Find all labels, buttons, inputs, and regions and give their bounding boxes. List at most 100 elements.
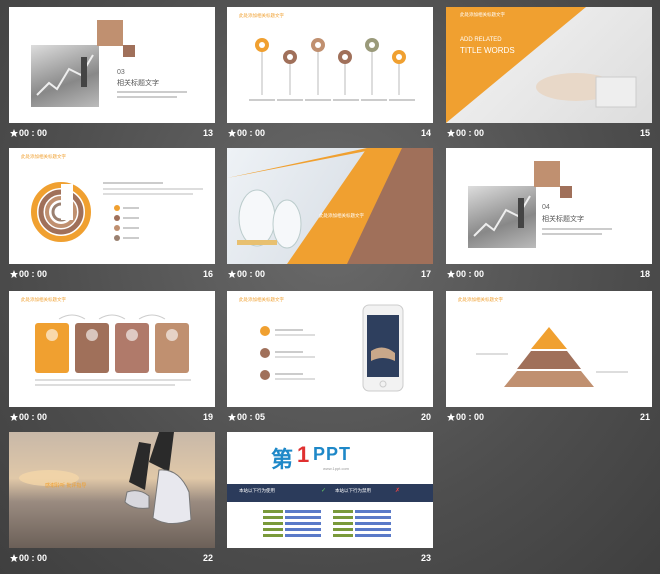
slide-number: 15 xyxy=(639,128,650,138)
slide-header: 此处添加相关标题文字 xyxy=(458,297,503,302)
title-line-2: TITLE WORDS xyxy=(460,46,515,55)
slide-14-meta: 00 : 00 14 xyxy=(227,127,433,141)
star-icon[interactable] xyxy=(446,269,456,279)
slide-time: 00 : 00 xyxy=(237,128,266,138)
star-icon[interactable] xyxy=(446,412,456,422)
slide-thumb-23[interactable]: 第 1 PPT www.1ppt.com 本站以下行为使用 本站以下行为禁用 ✓… xyxy=(227,432,433,566)
slide-header: 此处添加相关标题文字 xyxy=(21,154,66,159)
slide-header: 此处添加相关标题文字 xyxy=(21,297,66,302)
star-icon[interactable] xyxy=(227,412,237,422)
slide-19-canvas[interactable]: 此处添加相关标题文字 xyxy=(9,291,215,407)
business-image xyxy=(468,186,536,248)
star-icon[interactable] xyxy=(227,269,237,279)
deco-square-large xyxy=(97,20,123,46)
slide-13-canvas[interactable]: 03 相关标题文字 xyxy=(9,7,215,123)
slide-thumb-19[interactable]: 此处添加相关标题文字 00 : 00 19 xyxy=(9,291,215,425)
slide-time: 00 : 00 xyxy=(19,269,48,279)
star-icon[interactable] xyxy=(9,128,19,138)
slide-number: 16 xyxy=(202,269,213,279)
slide-number: 18 xyxy=(639,269,650,279)
star-icon[interactable] xyxy=(9,412,19,422)
running-shoes-photo xyxy=(19,432,192,524)
forbidden-title: 本站以下行为禁用 xyxy=(335,488,371,493)
logo-url: www.1ppt.com xyxy=(323,466,350,471)
slide-13-meta: 00 : 00 13 xyxy=(9,127,215,141)
slide-number: 20 xyxy=(420,412,431,422)
orange-triangle xyxy=(446,7,586,123)
slide-number: 17 xyxy=(420,269,431,279)
slide-20-canvas[interactable]: 此处添加相关标题文字 xyxy=(227,291,433,407)
slide-21-canvas[interactable]: 此处添加相关标题文字 xyxy=(446,291,652,407)
slide-number: 14 xyxy=(420,128,431,138)
title-line-1: ADD RELATED xyxy=(460,37,502,43)
section-number: 03 xyxy=(117,69,125,76)
star-icon[interactable] xyxy=(446,128,456,138)
slide-22-meta: 00 : 00 22 xyxy=(9,552,215,566)
slide-17-canvas[interactable]: 此处添加相关标题文字 xyxy=(227,148,433,264)
slide-time: 00 : 00 xyxy=(19,412,48,422)
caption-line xyxy=(542,233,602,235)
slide-thumb-13[interactable]: 03 相关标题文字 00 : 00 13 xyxy=(9,7,215,141)
four-card-row xyxy=(35,314,191,386)
slide-time: 00 : 00 xyxy=(237,269,266,279)
slide-15-meta: 00 : 00 15 xyxy=(446,127,652,141)
slide-header: 此处添加相关标题文字 xyxy=(239,297,284,302)
diagonal-bands xyxy=(227,148,433,264)
section-title: 相关标题文字 xyxy=(117,80,159,87)
slide-header: 此处添加相关标题文字 xyxy=(239,13,284,18)
slide-time: 00 : 00 xyxy=(456,269,485,279)
slide-header: 此处添加相关标题文字 xyxy=(460,12,505,17)
logo-text-mid: 1 xyxy=(297,442,310,467)
slide-number: 23 xyxy=(420,553,431,563)
info-bar: 本站以下行为使用 本站以下行为禁用 ✓ ✗ xyxy=(227,484,433,502)
slide-thumb-15[interactable]: 此处添加相关标题文字 ADD RELATED TITLE WORDS 00 : … xyxy=(446,7,652,141)
section-number: 04 xyxy=(542,204,550,211)
star-icon[interactable] xyxy=(227,128,237,138)
slide-20-meta: 00 : 05 20 xyxy=(227,411,433,425)
slide-thumb-16[interactable]: 此处添加相关标题文字 00 : 00 16 xyxy=(9,148,215,282)
slide-15-canvas[interactable]: 此处添加相关标题文字 ADD RELATED TITLE WORDS xyxy=(446,7,652,123)
caption-line xyxy=(542,228,612,230)
slide-16-meta: 00 : 00 16 xyxy=(9,268,215,282)
slide-23-meta: 23 xyxy=(227,552,433,566)
slide-19-meta: 00 : 00 19 xyxy=(9,411,215,425)
slogan-text: 感谢聆听 批评指导 xyxy=(45,483,87,489)
check-icon: ✓ xyxy=(321,488,327,494)
slide-23-canvas[interactable]: 第 1 PPT www.1ppt.com 本站以下行为使用 本站以下行为禁用 ✓… xyxy=(227,432,433,548)
slide-14-canvas[interactable]: 此处添加相关标题文字 xyxy=(227,7,433,123)
slide-number: 13 xyxy=(202,128,213,138)
slide-21-meta: 00 : 00 21 xyxy=(446,411,652,425)
cross-icon: ✗ xyxy=(395,488,401,494)
caption-line xyxy=(117,96,177,98)
slide-thumb-14[interactable]: 此处添加相关标题文字 00 : 00 14 xyxy=(227,7,433,141)
ring-chart xyxy=(31,182,203,242)
star-icon[interactable] xyxy=(9,553,19,563)
slide-thumb-18[interactable]: 04 相关标题文字 00 : 00 18 xyxy=(446,148,652,282)
slide-thumb-17[interactable]: 此处添加相关标题文字 00 : 00 17 xyxy=(227,148,433,282)
slide-number: 21 xyxy=(639,412,650,422)
section-title: 相关标题文字 xyxy=(542,216,584,223)
deco-square-large xyxy=(534,161,560,187)
logo-text-left: 第 xyxy=(271,447,294,472)
logo-text-right: PPT xyxy=(313,444,352,464)
slide-18-meta: 00 : 00 18 xyxy=(446,268,652,282)
band-label: 此处添加相关标题文字 xyxy=(319,213,364,218)
business-image xyxy=(31,45,99,107)
slide-16-canvas[interactable]: 此处添加相关标题文字 xyxy=(9,148,215,264)
slide-thumb-22[interactable]: 感谢聆听 批评指导 00 : 00 22 xyxy=(9,432,215,566)
pyramid-diagram xyxy=(476,327,628,387)
slide-number: 22 xyxy=(202,553,213,563)
slide-18-canvas[interactable]: 04 相关标题文字 xyxy=(446,148,652,264)
slide-time: 00 : 00 xyxy=(19,128,48,138)
star-icon[interactable] xyxy=(9,269,19,279)
phone-mockup-layout xyxy=(260,304,404,392)
slide-thumb-21[interactable]: 此处添加相关标题文字 00 : 00 21 xyxy=(446,291,652,425)
slide-time: 00 : 00 xyxy=(456,412,485,422)
allowed-title: 本站以下行为使用 xyxy=(239,488,275,493)
slide-time: 00 : 00 xyxy=(456,128,485,138)
slide-22-canvas[interactable]: 感谢聆听 批评指导 xyxy=(9,432,215,548)
slide-17-meta: 00 : 00 17 xyxy=(227,268,433,282)
slide-time: 00 : 00 xyxy=(19,553,48,563)
deco-square-small xyxy=(123,45,135,57)
slide-thumb-20[interactable]: 此处添加相关标题文字 00 : 05 20 xyxy=(227,291,433,425)
